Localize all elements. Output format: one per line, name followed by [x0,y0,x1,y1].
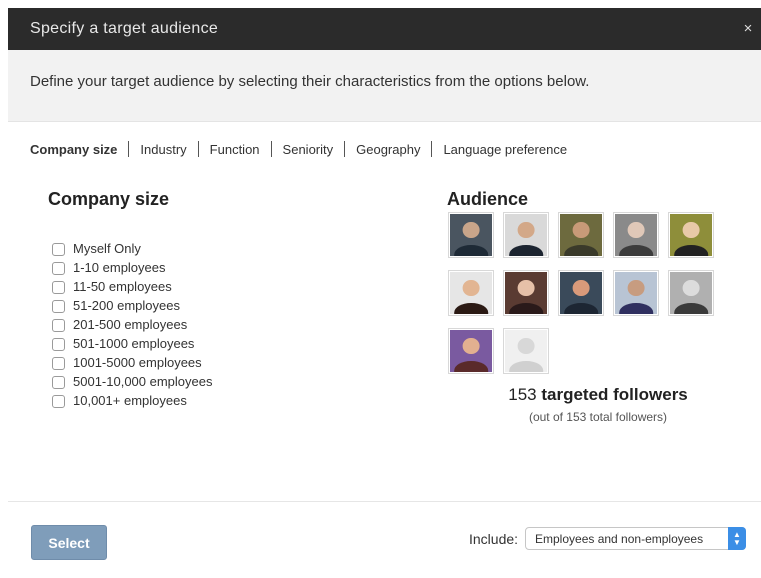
checkbox[interactable] [52,243,65,256]
follower-avatar[interactable] [503,270,549,316]
option-label: 51-200 employees [73,298,180,313]
option-label: 5001-10,000 employees [73,374,213,389]
checkbox[interactable] [52,262,65,275]
follower-avatar[interactable] [613,270,659,316]
option-1-10[interactable]: 1-10 employees [52,258,213,277]
dialog-description: Define your target audience by selecting… [30,73,590,90]
option-10001-plus[interactable]: 10,001+ employees [52,391,213,410]
checkbox[interactable] [52,395,65,408]
option-label: 10,001+ employees [73,393,187,408]
option-51-200[interactable]: 51-200 employees [52,296,213,315]
option-5001-10000[interactable]: 5001-10,000 employees [52,372,213,391]
option-501-1000[interactable]: 501-1000 employees [52,334,213,353]
follower-avatar[interactable] [503,212,549,258]
tab-divider [270,141,272,157]
checkbox[interactable] [52,338,65,351]
tab-divider [128,141,130,157]
include-dropdown[interactable]: Employees and non-employees ▲ ▼ [525,527,746,550]
checkbox[interactable] [52,300,65,313]
option-label: 1001-5000 employees [73,355,202,370]
select-button[interactable]: Select [31,525,107,560]
total-followers-note: (out of 153 total followers) [528,410,668,424]
follower-avatar[interactable] [558,270,604,316]
tab-divider [344,141,346,157]
tab-seniority[interactable]: Seniority [283,142,334,157]
follower-avatar[interactable] [613,212,659,258]
tab-company-size[interactable]: Company size [30,142,117,157]
follower-avatar[interactable] [558,212,604,258]
targeted-followers-count: 153 targeted followers [448,385,748,405]
tab-divider [197,141,199,157]
checkbox[interactable] [52,357,65,370]
option-label: 1-10 employees [73,260,166,275]
option-1001-5000[interactable]: 1001-5000 employees [52,353,213,372]
follower-avatar[interactable] [448,328,494,374]
footer-divider [8,501,761,502]
follower-count: 153 [508,385,537,404]
follower-avatar[interactable] [448,270,494,316]
company-size-options: Myself Only 1-10 employees 11-50 employe… [52,239,213,410]
tab-language-preference[interactable]: Language preference [443,142,567,157]
dialog-description-bar: Define your target audience by selecting… [8,50,761,122]
option-myself-only[interactable]: Myself Only [52,239,213,258]
tab-divider [431,141,433,157]
dialog-titlebar: Specify a target audience × [8,8,761,50]
close-icon[interactable]: × [741,21,755,37]
company-size-heading: Company size [48,189,170,209]
criteria-tabs: Company size Industry Function Seniority… [30,140,567,158]
tab-function[interactable]: Function [210,142,260,157]
follower-avatar[interactable] [668,212,714,258]
option-label: 501-1000 employees [73,336,195,351]
avatar-placeholder[interactable] [503,328,549,374]
target-audience-dialog: Specify a target audience × Define your … [8,8,761,578]
option-201-500[interactable]: 201-500 employees [52,315,213,334]
checkbox[interactable] [52,319,65,332]
checkbox[interactable] [52,376,65,389]
include-dropdown-value: Employees and non-employees [535,532,704,546]
option-label: 11-50 employees [73,279,172,294]
option-11-50[interactable]: 11-50 employees [52,277,213,296]
option-label: 201-500 employees [73,317,188,332]
follower-count-label: targeted followers [541,385,688,404]
include-label: Include: [469,531,519,547]
option-label: Myself Only [73,241,141,256]
dialog-title: Specify a target audience [30,20,219,37]
tab-geography[interactable]: Geography [356,142,420,157]
dropdown-arrows-icon: ▲ ▼ [728,527,746,550]
follower-avatar[interactable] [448,212,494,258]
checkbox[interactable] [52,281,65,294]
tab-industry[interactable]: Industry [140,142,186,157]
follower-avatar[interactable] [668,270,714,316]
audience-heading: Audience [447,189,529,209]
